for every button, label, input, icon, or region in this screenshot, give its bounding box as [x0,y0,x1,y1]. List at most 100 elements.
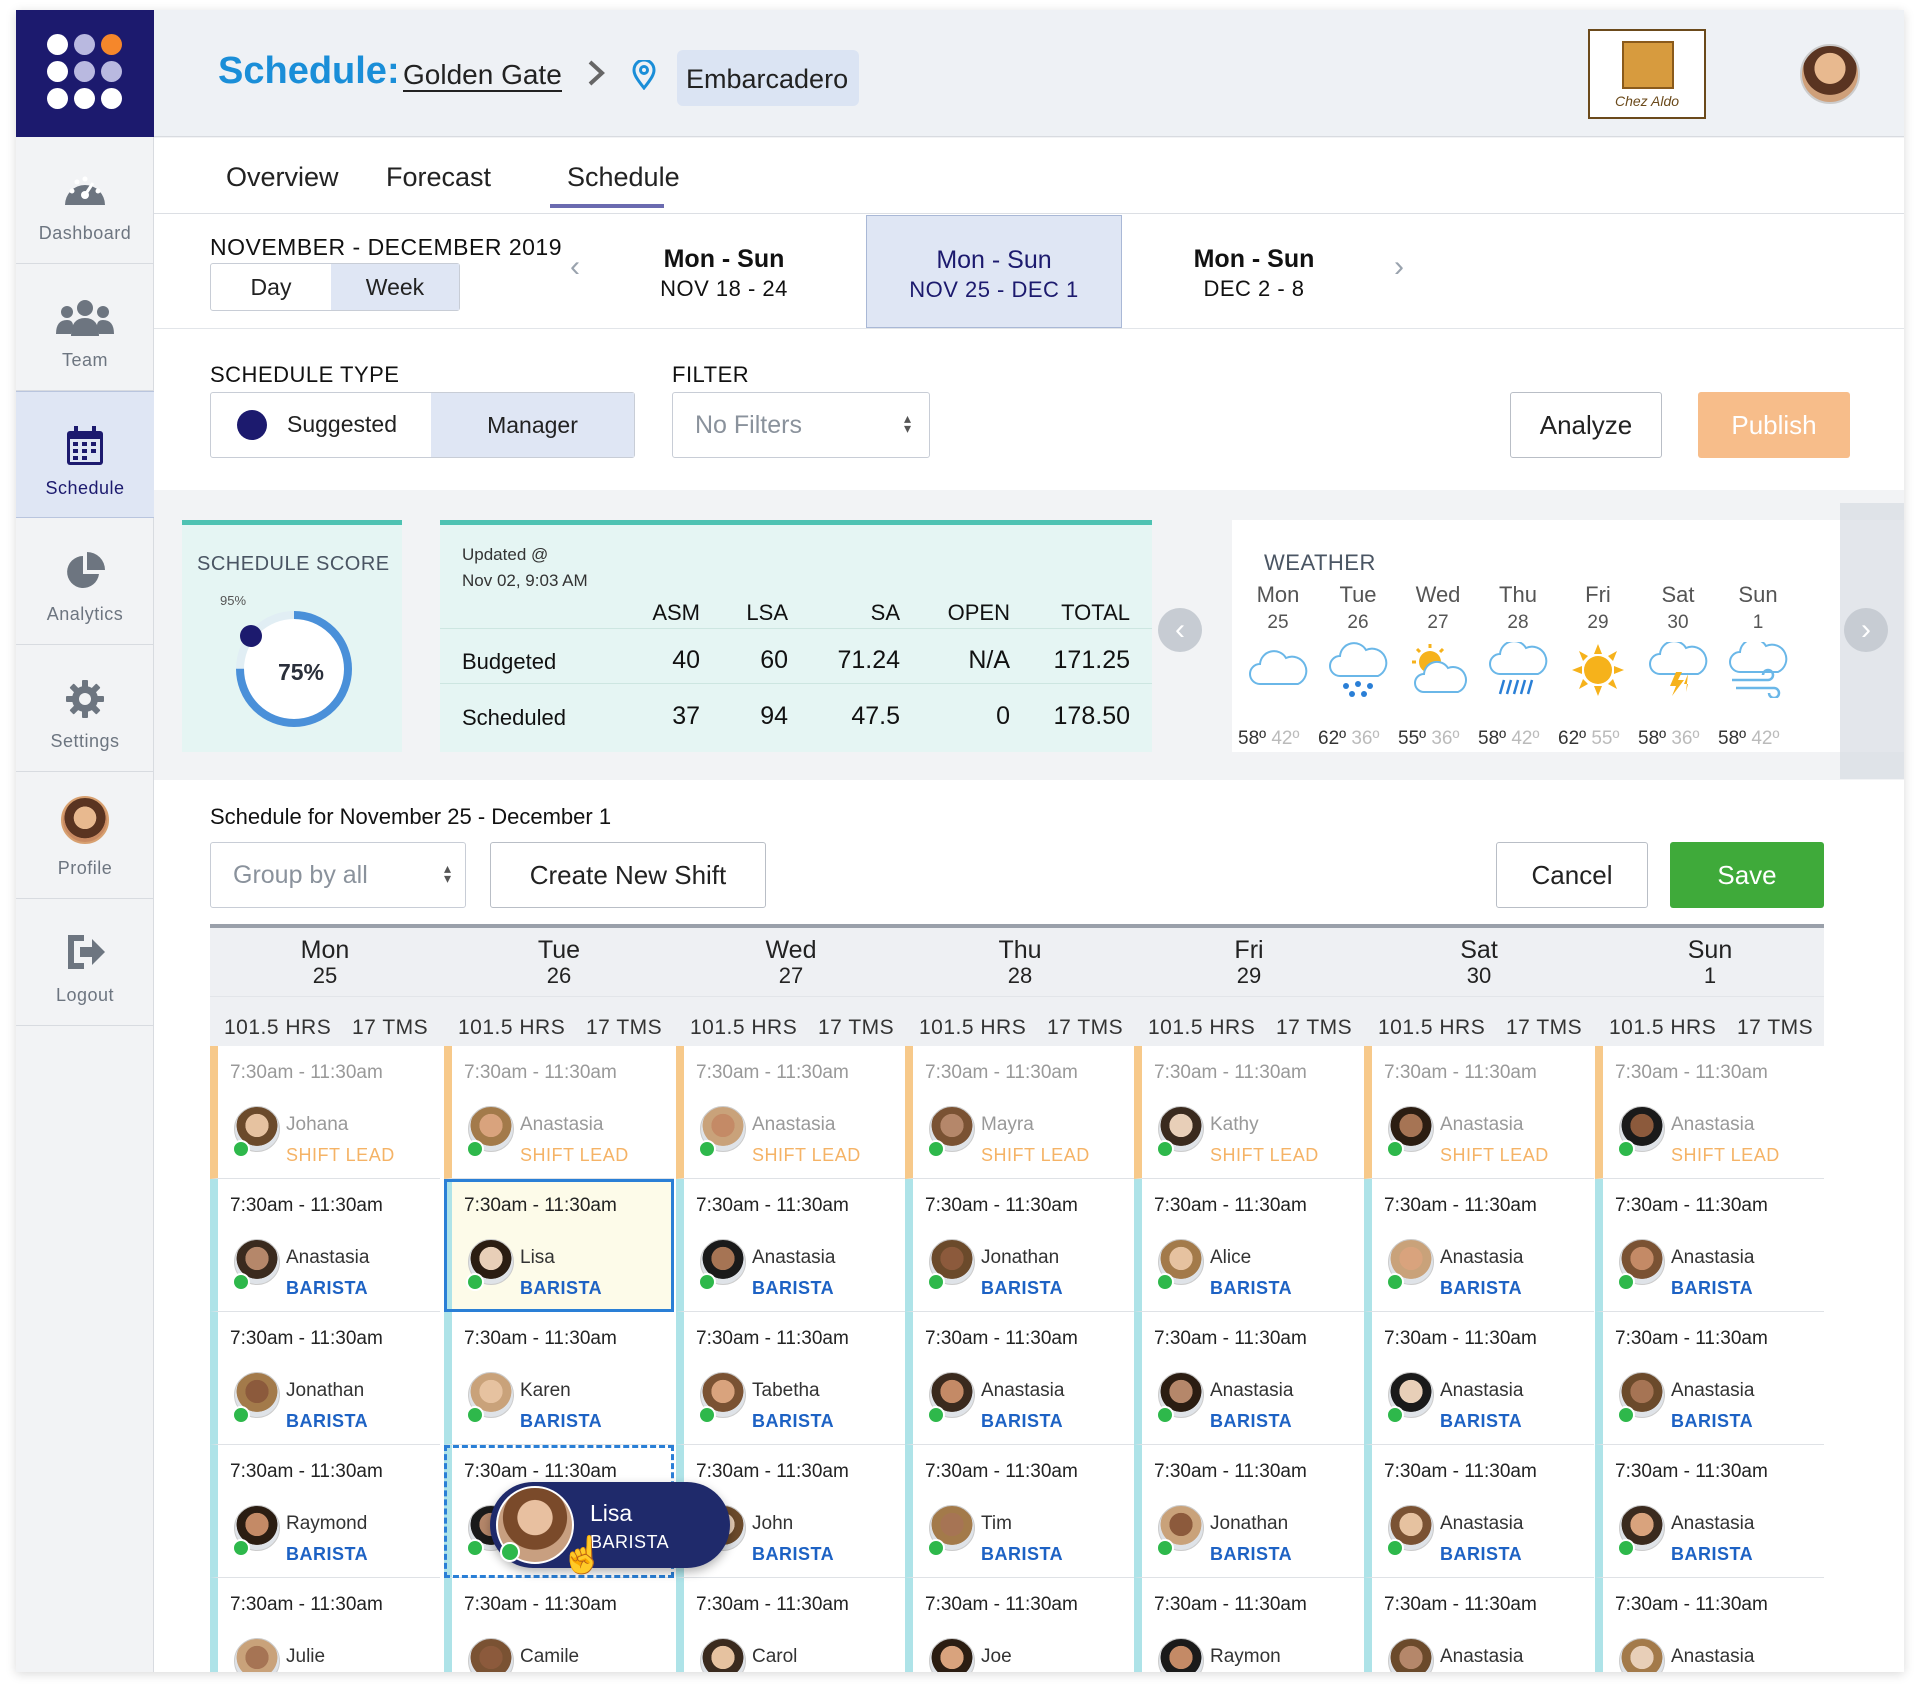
status-online-icon [1156,1140,1174,1158]
week-range: DEC 2 - 8 [1203,276,1305,301]
tab-forecast[interactable]: Forecast [386,162,491,193]
employee-name: John [752,1513,794,1534]
sidebar-item-settings[interactable]: Settings [16,645,154,772]
sidebar-item-logout[interactable]: Logout [16,899,154,1026]
tab-schedule[interactable]: Schedule [567,162,680,193]
employee-name: Joe [981,1646,1012,1667]
shift-cell[interactable]: 7:30am - 11:30am Camile [444,1578,674,1672]
suggested-button[interactable]: Suggested [211,393,431,457]
employee-role: BARISTA [520,1411,603,1431]
shift-cell[interactable]: 7:30am - 11:30am Anastasia SHIFT LEAD [1595,1046,1824,1179]
save-button[interactable]: Save [1670,842,1824,908]
shift-cell[interactable]: 7:30am - 11:30am Anastasia BARISTA [1595,1312,1824,1445]
shift-cell[interactable]: 7:30am - 11:30am Anastasia SHIFT LEAD [444,1046,674,1179]
shift-cell[interactable]: 7:30am - 11:30am Anastasia BARISTA [905,1312,1135,1445]
sidebar-item-label: Analytics [46,604,124,624]
create-shift-button[interactable]: Create New Shift [490,842,766,908]
week-option-selected[interactable]: Mon - Sun NOV 25 - DEC 1 [866,215,1122,328]
shift-time: 7:30am - 11:30am [925,1195,1078,1216]
shift-cell[interactable]: 7:30am - 11:30am Tabetha BARISTA [676,1312,906,1445]
shift-cell[interactable]: 7:30am - 11:30am Anastasia BARISTA [210,1179,440,1312]
day-name: Wed [765,936,817,964]
sun-icon [1558,642,1638,704]
shift-cell[interactable]: 7:30am - 11:30am Karen BARISTA [444,1312,674,1445]
shift-cell[interactable]: 7:30am - 11:30am Jonathan BARISTA [1134,1445,1364,1578]
publish-button[interactable]: Publish [1698,392,1850,458]
filter-select[interactable]: No Filters ▴ ▾ [672,392,930,458]
user-avatar[interactable] [1800,44,1860,104]
shift-cell[interactable]: 7:30am - 11:30am Jonathan BARISTA [905,1179,1135,1312]
shift-cell[interactable]: 7:30am - 11:30am Anastasia BARISTA [676,1179,906,1312]
status-online-icon [1156,1406,1174,1424]
shift-cell[interactable]: 7:30am - 11:30am Raymond BARISTA [210,1445,440,1578]
hours-budget-card: Updated @ Nov 02, 9:03 AM ASM LSA SA OPE… [440,520,1152,752]
week-option[interactable]: Mon - Sun NOV 18 - 24 [596,215,852,328]
breadcrumb-location[interactable]: Embarcadero [677,50,859,106]
day-team-count: 17 TMS [352,1016,429,1039]
shift-cell[interactable]: 7:30am - 11:30am Anastasia BARISTA [1364,1312,1594,1445]
shift-cell[interactable]: 7:30am - 11:30am Alice BARISTA [1134,1179,1364,1312]
shift-cell[interactable]: 7:30am - 11:30am Anastasia BARISTA [1595,1445,1824,1578]
shift-cell[interactable]: 7:30am - 11:30am Anastasia BARISTA [1364,1179,1594,1312]
app-logo[interactable] [16,10,154,137]
sidebar-item-profile[interactable]: Profile [16,772,154,899]
sidebar-item-dashboard[interactable]: Dashboard [16,137,154,264]
employee-role: BARISTA [1440,1544,1523,1564]
sidebar-item-schedule[interactable]: Schedule [16,391,154,518]
analyze-button[interactable]: Analyze [1510,392,1662,458]
day-date: 26 [546,963,572,988]
dragged-shift-card[interactable]: Lisa BARISTA [490,1482,730,1568]
avatar [1619,1638,1665,1672]
weather-day: Sat 30 58º 36º [1638,582,1718,749]
manager-button[interactable]: Manager [431,393,634,457]
shift-cell[interactable]: 7:30am - 11:30am Tim BARISTA [905,1445,1135,1578]
day-header: Mon 25 [210,936,440,989]
next-week-icon[interactable]: › [1394,250,1404,284]
day-hours: 101.5 HRS [919,1016,1027,1039]
app-window: Dashboard Team Schedule Analytics Settin… [16,10,1904,1672]
shift-cell[interactable]: 7:30am - 11:30am Anastasia SHIFT LEAD [1364,1046,1594,1179]
weather-next-button[interactable]: › [1844,608,1888,652]
shift-cell[interactable]: 7:30am - 11:30am Raymon [1134,1578,1364,1672]
breadcrumb-company[interactable]: Golden Gate [403,60,562,92]
week-option[interactable]: Mon - Sun DEC 2 - 8 [1126,215,1382,328]
shift-cell[interactable]: 7:30am - 11:30am Joe [905,1578,1135,1672]
shift-cell[interactable]: 7:30am - 11:30am Carol [676,1578,906,1672]
sidebar-item-analytics[interactable]: Analytics [16,518,154,645]
shift-cell[interactable]: 7:30am - 11:30am Anastasia [1595,1578,1824,1672]
filter-label: FILTER [672,362,750,387]
weather-day-name: Mon [1256,582,1300,607]
day-button[interactable]: Day [211,264,331,310]
shift-cell[interactable]: 7:30am - 11:30am Lisa BARISTA [444,1179,674,1312]
shift-cell[interactable]: 7:30am - 11:30am Anastasia BARISTA [1364,1445,1594,1578]
sidebar-item-team[interactable]: Team [16,264,154,391]
week-button[interactable]: Week [331,264,459,310]
weather-prev-button[interactable]: ‹ [1158,608,1202,652]
shift-cell[interactable]: 7:30am - 11:30am Johana SHIFT LEAD [210,1046,440,1179]
tab-overview[interactable]: Overview [226,162,339,193]
shift-cell[interactable]: 7:30am - 11:30am Julie [210,1578,440,1672]
employee-role: BARISTA [1210,1411,1293,1431]
shift-cell[interactable]: 7:30am - 11:30am Mayra SHIFT LEAD [905,1046,1135,1179]
day-name: Fri [1234,936,1264,964]
shift-cell[interactable]: 7:30am - 11:30am Anastasia [1364,1578,1594,1672]
day-name: Sun [1687,936,1733,964]
shift-cell[interactable]: 7:30am - 11:30am Anastasia BARISTA [1595,1179,1824,1312]
shift-cell[interactable]: 7:30am - 11:30am Jonathan BARISTA [210,1312,440,1445]
employee-name: Karen [520,1380,571,1401]
cancel-button[interactable]: Cancel [1496,842,1648,908]
shift-cell[interactable]: 7:30am - 11:30am Anastasia BARISTA [1134,1312,1364,1445]
prev-week-icon[interactable]: ‹ [570,250,580,284]
weather-day: Tue 26 62º 36º [1318,582,1398,749]
group-by-select[interactable]: Group by all ▴ ▾ [210,842,466,908]
scheduled-total: 178.50 [1053,702,1130,730]
employee-role: BARISTA [752,1411,835,1431]
employee-role: BARISTA [981,1544,1064,1564]
shift-cell[interactable]: 7:30am - 11:30am Anastasia SHIFT LEAD [676,1046,906,1179]
shift-cell[interactable]: 7:30am - 11:30am Kathy SHIFT LEAD [1134,1046,1364,1179]
employee-name: Anastasia [1671,1114,1755,1135]
day-header: Wed 27 [676,936,906,989]
employee-role: SHIFT LEAD [752,1145,861,1165]
weather-day-name: Fri [1585,582,1611,607]
shift-time: 7:30am - 11:30am [1154,1062,1307,1083]
